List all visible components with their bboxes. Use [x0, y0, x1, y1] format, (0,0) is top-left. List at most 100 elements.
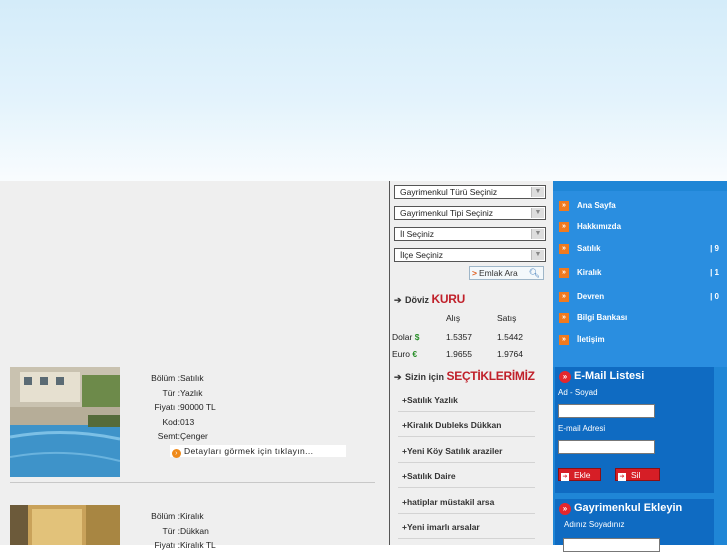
arrow-right-icon: ➔: [561, 473, 569, 481]
search-button[interactable]: > Emlak Ara 🔍︎: [469, 266, 544, 280]
field-label: Fiyatı :: [154, 402, 180, 412]
arrow-bullet-icon: »: [559, 200, 569, 211]
arrow-bullet-icon: »: [559, 267, 569, 278]
nav-label: Bilgi Bankası: [577, 313, 628, 322]
currency-heading: ➔ Döviz KURU: [394, 292, 465, 306]
field-value: Kiralık: [180, 511, 204, 521]
arrow-bullet-icon: »: [559, 243, 569, 254]
sell-rate: 1.5442: [497, 332, 523, 342]
nav-label: Kiralık: [577, 268, 602, 277]
add-property-title: Gayrimenkul Ekleyin: [574, 502, 683, 514]
picks-title-highlight: SEÇTİKLERİMİZ: [446, 369, 535, 383]
currency-name: Dolar $: [392, 332, 419, 342]
field-value: Satılık: [180, 373, 204, 383]
add-property-heading: » Gayrimenkul Ekleyin: [559, 502, 682, 515]
field-label: Kod:: [162, 416, 181, 427]
field-value: 013: [180, 416, 195, 427]
listing-detail-link[interactable]: › Detayları görmek için tıklayın...: [170, 445, 346, 458]
email-input[interactable]: [558, 440, 655, 454]
nav-item-home[interactable]: » Ana Sayfa: [559, 199, 719, 213]
property-kind-select[interactable]: Gayrimenkul Türü Seçiniz ▼: [394, 185, 546, 199]
pick-link[interactable]: +Kiralık Dubleks Dükkan: [398, 413, 535, 437]
field-label: Semt:: [157, 431, 180, 441]
nav-label: Hakkımızda: [577, 222, 622, 231]
pick-link[interactable]: +hatiplar müstakil arsa: [398, 490, 535, 514]
detail-link-text: Detayları görmek için tıklayın...: [184, 446, 314, 456]
pick-link[interactable]: +Satılık Yazlık: [398, 388, 535, 412]
arrow-bullet-icon: »: [559, 221, 569, 232]
listing-photo-shop[interactable]: [10, 505, 120, 545]
delete-button-label: Sil: [631, 470, 641, 480]
nav-count: | 1: [710, 268, 719, 277]
select-value: İlçe Seçiniz: [400, 250, 443, 260]
double-chevron-icon: »: [559, 503, 571, 515]
search-column: Gayrimenkul Türü Seçiniz ▼ Gayrimenkul Ti…: [389, 181, 553, 545]
col-sell-header: Satış: [497, 313, 517, 323]
province-select[interactable]: İl Seçiniz ▼: [394, 227, 546, 241]
add-property-box: » Gayrimenkul Ekleyin Adınız Soyadınız: [555, 499, 714, 552]
field-value: 90000 TL: [180, 402, 216, 412]
field-value: Dükkan: [180, 525, 209, 536]
nav-count: | 9: [710, 244, 719, 253]
field-label: Tür :: [162, 387, 180, 398]
pick-link[interactable]: +Yeni Köy Satılık araziler: [398, 439, 535, 463]
email-field-label: E-mail Adresi: [558, 424, 606, 433]
main-nav: » Ana Sayfa » Hakkımızda » Satılık | 9 » Kira…: [553, 191, 727, 367]
right-sidebar: » Ana Sayfa » Hakkımızda » Satılık | 9 » Kira…: [553, 181, 727, 552]
picks-heading: ➔ Sizin için SEÇTİKLERİMİZ: [394, 369, 535, 383]
currency-name-text: Euro: [392, 349, 410, 359]
nav-count: | 0: [710, 292, 719, 301]
arrow-bullet-icon: »: [559, 334, 569, 345]
nav-item-for-rent[interactable]: » Kiralık | 1: [559, 266, 719, 280]
arrow-bullet-icon: ›: [172, 449, 181, 458]
field-label: Fiyatı :: [154, 540, 180, 550]
arrow-right-icon: ➔: [618, 473, 626, 481]
delete-button[interactable]: ➔ Sil: [615, 468, 660, 481]
name-input[interactable]: [558, 404, 655, 418]
dropdown-arrow-icon: ▼: [531, 187, 544, 197]
nav-label: Ana Sayfa: [577, 201, 616, 210]
chevron-right-icon: >: [472, 268, 477, 278]
add-button[interactable]: ➔ Ekle: [558, 468, 601, 481]
dropdown-arrow-icon: ▼: [531, 208, 544, 218]
name-field-label: Ad - Soyad: [558, 388, 598, 397]
field-label: Bölüm :: [151, 373, 180, 383]
nav-item-about[interactable]: » Hakkımızda: [559, 220, 719, 234]
header-banner: [0, 0, 727, 181]
arrow-bullet-icon: »: [559, 291, 569, 302]
select-value: Gayrimenkul Tipi Seçiniz: [400, 208, 494, 218]
nav-item-knowledge-base[interactable]: » Bilgi Bankası: [559, 311, 719, 325]
listings-area: [0, 181, 389, 545]
col-buy-header: Alış: [446, 313, 461, 323]
listing-divider: [10, 482, 375, 483]
pick-link[interactable]: +Satılık Daire: [398, 464, 535, 488]
owner-name-input[interactable]: [563, 538, 660, 552]
district-select[interactable]: İlçe Seçiniz ▼: [394, 248, 546, 262]
currency-title-prefix: Döviz: [405, 295, 430, 305]
arrow-right-icon: ➔: [394, 372, 402, 382]
double-chevron-icon: »: [559, 371, 571, 383]
select-value: Gayrimenkul Türü Seçiniz: [400, 187, 498, 197]
nav-item-contact[interactable]: » İletişim: [559, 333, 719, 347]
listing-photo-pool[interactable]: [10, 367, 120, 477]
sell-rate: 1.9764: [497, 349, 523, 359]
nav-item-for-sale[interactable]: » Satılık | 9: [559, 242, 719, 256]
currency-name-text: Dolar: [392, 332, 413, 342]
nav-label: İletişim: [577, 335, 605, 344]
pick-link[interactable]: +Yeni imarlı arsalar: [398, 515, 535, 539]
property-type-select[interactable]: Gayrimenkul Tipi Seçiniz ▼: [394, 206, 546, 220]
field-value: Yazlık: [180, 387, 203, 398]
currency-title-highlight: KURU: [431, 292, 466, 306]
select-value: İl Seçiniz: [400, 229, 435, 239]
search-button-label: Emlak Ara: [478, 268, 518, 278]
nav-item-transfer[interactable]: » Devren | 0: [559, 290, 719, 304]
field-label: Bölüm :: [151, 511, 180, 521]
arrow-bullet-icon: »: [559, 312, 569, 323]
buy-rate: 1.9655: [446, 349, 472, 359]
arrow-right-icon: ➔: [394, 295, 402, 305]
picks-title-prefix: Sizin için: [405, 372, 445, 382]
field-label: Tür :: [162, 525, 180, 536]
add-button-label: Ekle: [574, 470, 591, 480]
nav-label: Devren: [577, 292, 605, 301]
field-value: Çenger: [180, 431, 208, 441]
